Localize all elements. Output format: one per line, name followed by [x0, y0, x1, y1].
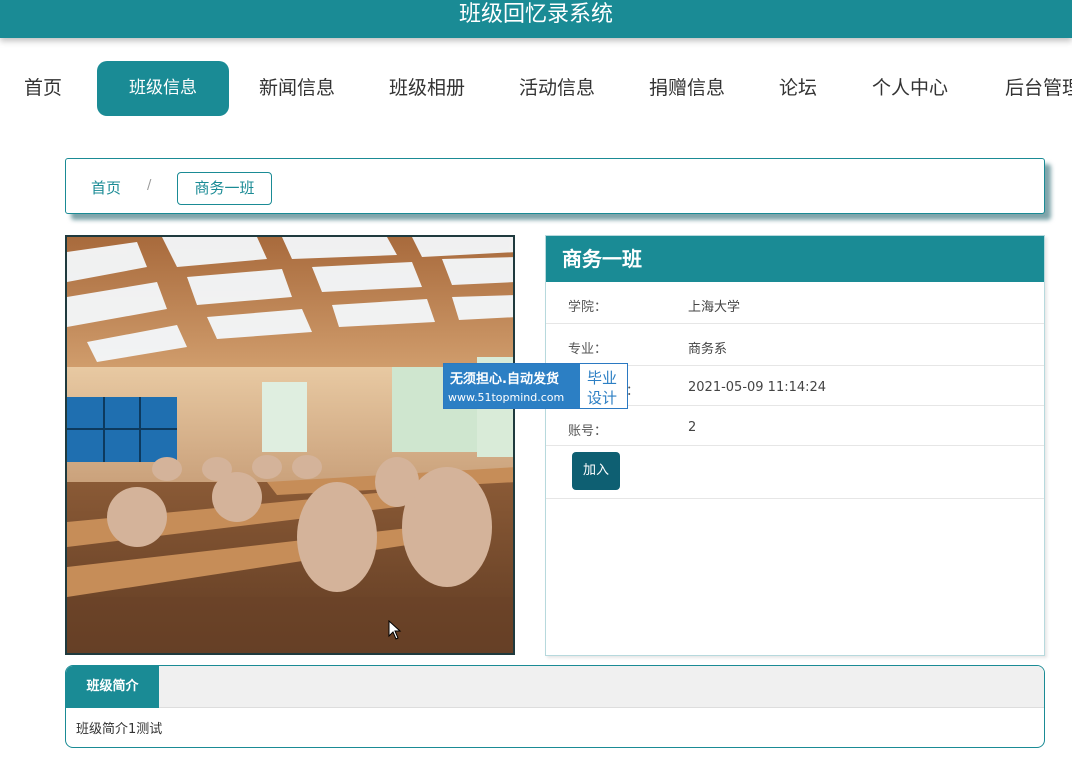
- field-value: 2021-05-09 11:14:24: [688, 380, 827, 395]
- field-value: 商务系: [688, 342, 728, 357]
- nav-item-activities[interactable]: 活动信息: [519, 61, 595, 116]
- field-value: 上海大学: [688, 300, 741, 315]
- nav-item-forum[interactable]: 论坛: [779, 61, 817, 116]
- watermark-tag1: 毕业: [587, 369, 618, 387]
- breadcrumb-home-link[interactable]: 首页: [91, 177, 121, 198]
- class-title: 商务一班: [546, 236, 1044, 282]
- class-intro-section: 班级简介 班级简介1测试: [65, 665, 1045, 748]
- watermark-line2: www.51topmind.com: [448, 391, 565, 404]
- app-header: 班级回忆录系统: [0, 0, 1072, 38]
- app-title: 班级回忆录系统: [458, 2, 613, 27]
- field-major: 专业： 商务系: [546, 324, 1044, 366]
- field-value: 2: [688, 420, 697, 435]
- class-info-panel: 商务一班 学院： 上海大学 专业： 商务系 ： 2021-05-09 11:14…: [545, 235, 1045, 656]
- nav-item-album[interactable]: 班级相册: [389, 61, 465, 116]
- nav-item-admin[interactable]: 后台管理: [1005, 61, 1072, 116]
- field-college: 学院： 上海大学: [546, 282, 1044, 324]
- breadcrumb-current: 商务一班: [177, 172, 272, 205]
- watermark-left: 无须担心.自动发货 www.51topmind.com: [444, 364, 580, 408]
- watermark-tag2: 设计: [587, 389, 618, 407]
- nav-item-home[interactable]: 首页: [24, 61, 62, 116]
- tab-class-intro[interactable]: 班级简介: [66, 666, 159, 708]
- nav-item-donations[interactable]: 捐赠信息: [649, 61, 725, 116]
- main-nav: 首页 班级信息 新闻信息 班级相册 活动信息 捐赠信息 论坛 个人中心 后台管理: [0, 58, 1072, 118]
- intro-tab-bar: 班级简介: [66, 666, 1044, 708]
- nav-item-class-info[interactable]: 班级信息: [97, 61, 229, 116]
- nav-item-personal-center[interactable]: 个人中心: [872, 61, 948, 116]
- field-label: 账号：: [568, 424, 608, 439]
- class-intro-text: 班级简介1测试: [76, 722, 163, 737]
- breadcrumb-separator: /: [147, 178, 152, 193]
- field-label: 学院：: [568, 300, 608, 315]
- field-label: 专业：: [568, 342, 608, 357]
- mouse-pointer-icon: [388, 620, 402, 640]
- breadcrumb: 首页 / 商务一班: [65, 158, 1045, 214]
- nav-item-news[interactable]: 新闻信息: [259, 61, 335, 116]
- field-account: 账号： 2: [546, 406, 1044, 446]
- watermark-line1: 无须担心.自动发货: [450, 372, 559, 387]
- watermark-badge: 无须担心.自动发货 www.51topmind.com 毕业 设计: [443, 363, 628, 409]
- classroom-image: [67, 237, 513, 653]
- class-photo: [65, 235, 515, 655]
- join-button[interactable]: 加入: [572, 452, 620, 490]
- join-row: 加入: [546, 446, 1044, 499]
